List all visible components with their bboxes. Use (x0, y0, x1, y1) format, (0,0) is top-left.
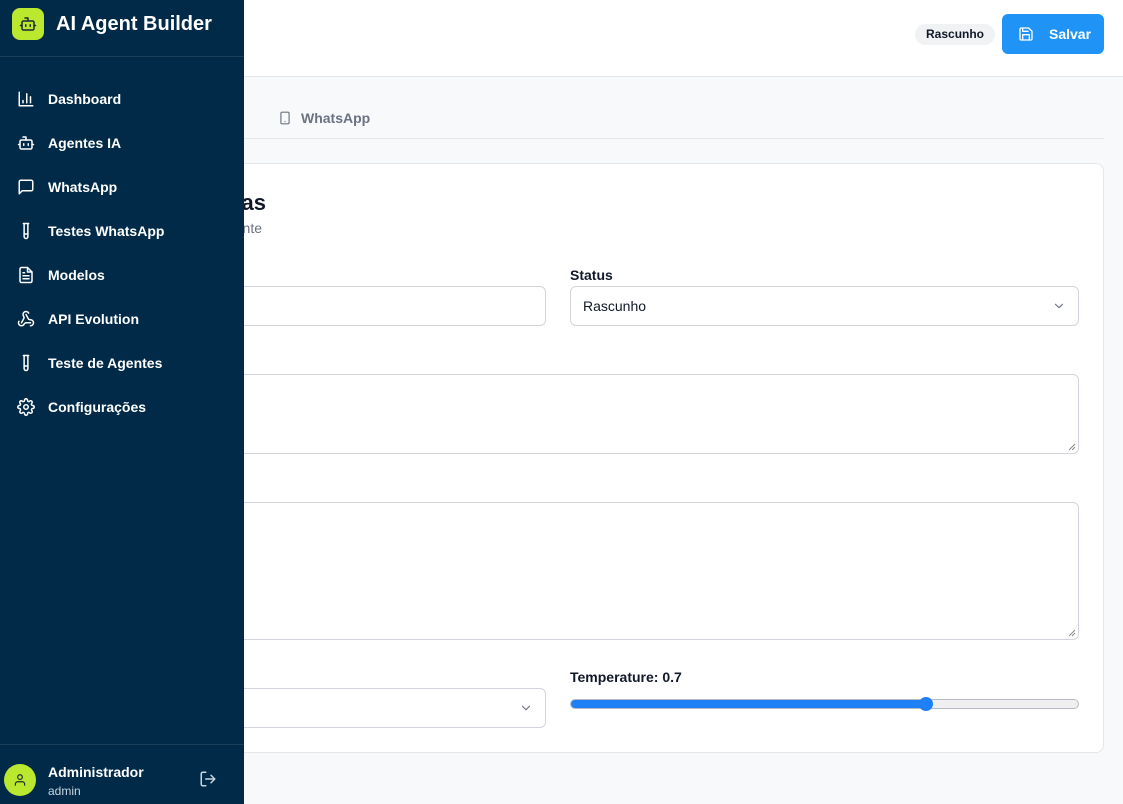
tab-whatsapp[interactable]: WhatsApp (278, 110, 370, 126)
sidebar-item-dashboard[interactable]: Dashboard (0, 79, 244, 119)
resize-grip-icon[interactable] (1068, 629, 1076, 637)
sidebar-item-label: API Evolution (48, 311, 139, 327)
save-button[interactable]: Salvar (1002, 14, 1104, 54)
sidebar-item-agentes[interactable]: Agentes IA (0, 123, 244, 163)
user-name: Administrador (48, 764, 144, 780)
user-panel: Administrador admin (0, 744, 244, 804)
sidebar-item-label: Dashboard (48, 91, 122, 107)
sidebar-item-whatsapp[interactable]: WhatsApp (0, 167, 244, 207)
webhook-icon (17, 310, 35, 327)
status-select[interactable]: Rascunho (570, 286, 1079, 326)
chevron-down-icon (521, 705, 531, 711)
status-badge: Rascunho (915, 24, 996, 45)
test-tube-icon (22, 222, 30, 240)
save-button-label: Salvar (1049, 26, 1092, 42)
status-select-value: Rascunho (583, 298, 647, 314)
sidebar-item-label: Agentes IA (48, 135, 122, 151)
message-square-icon (18, 179, 34, 195)
sidebar: AI Agent Builder Dashboard Agentes IA Wh… (0, 0, 244, 804)
sidebar-item-teste-agentes[interactable]: Teste de Agentes (0, 343, 244, 383)
tab-label: WhatsApp (301, 110, 371, 126)
description-textarea[interactable] (230, 374, 1079, 454)
slider-fill (571, 700, 926, 708)
sidebar-item-label: Testes WhatsApp (48, 223, 165, 239)
app-name: AI Agent Builder (56, 13, 212, 35)
sidebar-item-label: Modelos (48, 267, 105, 283)
prompt-textarea[interactable] (230, 502, 1079, 640)
user-role: admin (48, 784, 81, 798)
name-input[interactable] (230, 286, 546, 326)
smartphone-icon (280, 111, 290, 125)
file-text-icon (19, 266, 33, 284)
sidebar-item-testes-whatsapp[interactable]: Testes WhatsApp (0, 211, 244, 251)
bot-logo-icon (12, 8, 44, 40)
sidebar-item-modelos[interactable]: Modelos (0, 255, 244, 295)
temperature-label: Temperature: 0.7 (570, 669, 682, 685)
user-icon (14, 774, 26, 786)
temperature-slider[interactable] (570, 697, 1079, 711)
bar-chart-icon (18, 91, 34, 107)
sidebar-item-label: Configurações (48, 399, 147, 415)
gear-icon (17, 398, 35, 416)
test-tube-icon (22, 354, 30, 372)
sidebar-item-configuracoes[interactable]: Configurações (0, 387, 244, 427)
status-label: Status (570, 267, 613, 283)
model-select[interactable] (230, 688, 546, 728)
sidebar-item-api-evolution[interactable]: API Evolution (0, 299, 244, 339)
sidebar-item-label: Teste de Agentes (48, 355, 163, 371)
chevron-down-icon (1054, 303, 1064, 309)
slider-track (570, 699, 1079, 709)
save-icon (1019, 27, 1033, 41)
resize-grip-icon[interactable] (1068, 443, 1076, 451)
logout-icon[interactable] (199, 770, 217, 788)
brand: AI Agent Builder (0, 0, 244, 57)
avatar (4, 764, 36, 796)
sidebar-item-label: WhatsApp (48, 179, 118, 195)
bot-icon (17, 136, 35, 150)
